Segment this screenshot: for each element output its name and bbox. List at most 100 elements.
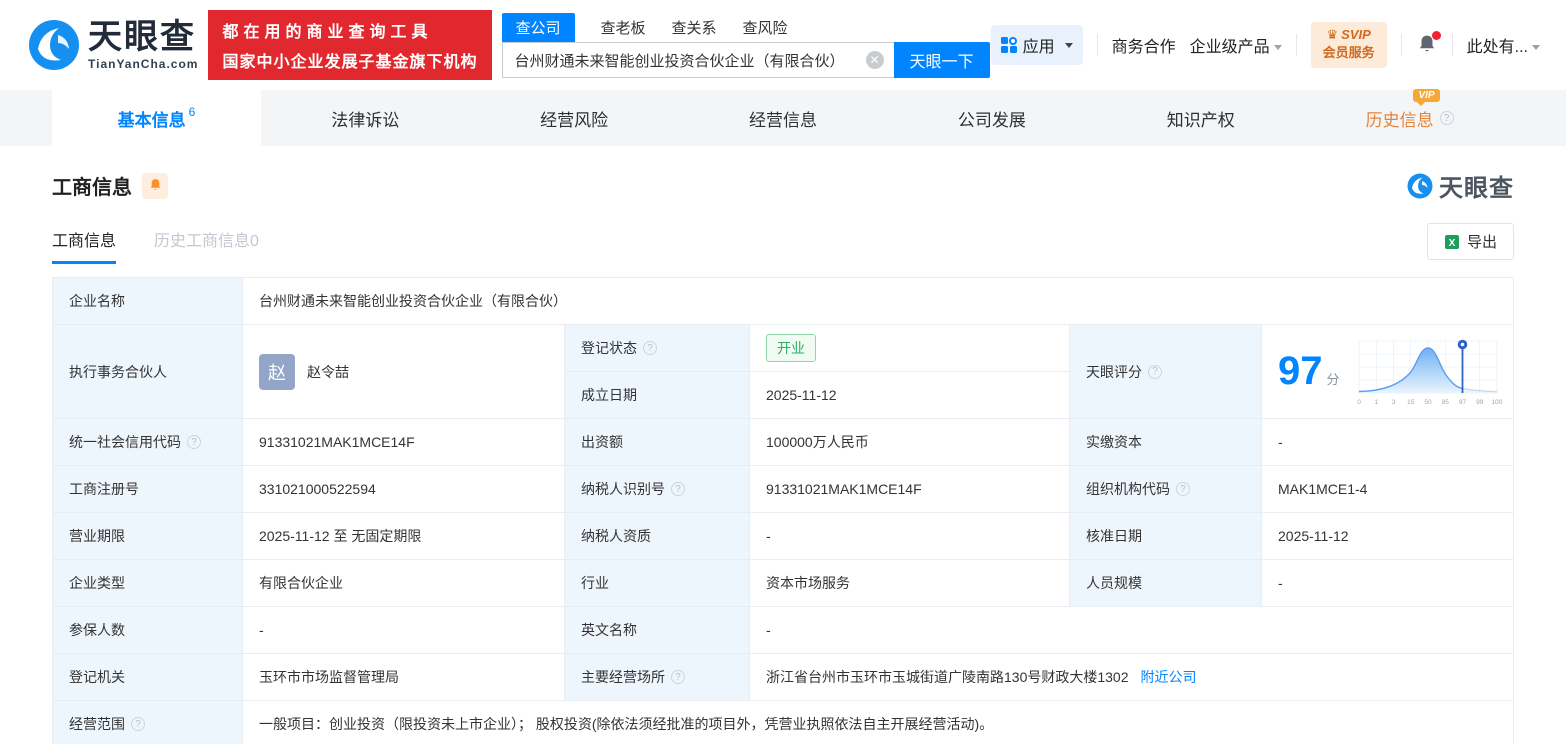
crown-icon: ♛ bbox=[1326, 26, 1339, 42]
field-label: 英文名称 bbox=[565, 607, 750, 654]
search-block: 查公司 查老板 查关系 查风险 ✕ 天眼一下 bbox=[501, 12, 990, 78]
field-value: 有限合伙企业 bbox=[243, 560, 565, 607]
field-label: 成立日期 bbox=[565, 372, 750, 419]
field-value: 91331021MAK1MCE14F bbox=[243, 419, 565, 466]
svg-text:99: 99 bbox=[1476, 399, 1484, 406]
clear-search-icon[interactable]: ✕ bbox=[865, 51, 884, 69]
svg-text:97: 97 bbox=[1459, 399, 1467, 406]
field-label: 登记机关 bbox=[53, 654, 243, 701]
field-label: 实缴资本 bbox=[1070, 419, 1262, 466]
tianyancha-watermark: 天眼查 bbox=[1407, 168, 1514, 203]
field-value: - bbox=[750, 513, 1070, 560]
field-value: - bbox=[1262, 419, 1514, 466]
help-icon[interactable]: ? bbox=[1176, 482, 1190, 496]
field-value: - bbox=[243, 607, 565, 654]
table-row: 经营范围? 一般项目：创业投资（限投资未上市企业）； 股权投资(除依法须经批准的… bbox=[53, 701, 1514, 744]
header-right-nav: 应用 商务合作 企业级产品 ♛ SVIP 会员服务 此处有... bbox=[990, 21, 1540, 69]
score-distribution-chart: 0 1 3 15 50 85 97 99 100 bbox=[1357, 339, 1503, 406]
svg-text:85: 85 bbox=[1442, 399, 1450, 406]
main-content: 工商信息 天眼查 工商信息 历史工商信息0 X 导出 企业名称 台州财通未来智能… bbox=[0, 168, 1566, 744]
subtab-history-business-info[interactable]: 历史工商信息0 bbox=[154, 227, 259, 264]
nav-enterprise-products[interactable]: 企业级产品 bbox=[1190, 33, 1282, 57]
field-label: 参保人数 bbox=[53, 607, 243, 654]
establish-date-value: 2025-11-12 bbox=[750, 372, 1070, 419]
business-info-table: 企业名称 台州财通未来智能创业投资合伙企业（有限合伙） 执行事务合伙人 赵 赵令… bbox=[52, 277, 1514, 744]
partner-name[interactable]: 赵令喆 bbox=[307, 362, 349, 382]
search-tab-boss[interactable]: 查老板 bbox=[601, 13, 646, 42]
tab-company-development[interactable]: 公司发展 bbox=[887, 90, 1096, 146]
help-icon[interactable]: ? bbox=[1148, 364, 1162, 379]
field-value: 玉环市市场监督管理局 bbox=[243, 654, 565, 701]
table-row: 工商注册号 331021000522594 纳税人识别号? 91331021MA… bbox=[53, 466, 1514, 513]
help-icon[interactable]: ? bbox=[1439, 111, 1454, 125]
tab-operation-risk[interactable]: 经营风险 bbox=[470, 90, 679, 146]
field-label: 企业名称 bbox=[53, 278, 243, 325]
nearby-companies-link[interactable]: 附近公司 bbox=[1141, 667, 1197, 687]
notification-dot bbox=[1431, 31, 1441, 40]
field-label: 纳税人资质 bbox=[565, 513, 750, 560]
tianyancha-logo-icon bbox=[29, 20, 79, 70]
help-icon[interactable]: ? bbox=[131, 717, 145, 731]
tab-legal-lawsuits[interactable]: 法律诉讼 bbox=[261, 90, 470, 146]
avatar[interactable]: 赵 bbox=[259, 353, 295, 390]
top-header: 天眼查 TianYanCha.com 都在用的商业查询工具 国家中小企业发展子基… bbox=[0, 0, 1566, 90]
vip-badge: VIP bbox=[1413, 88, 1440, 106]
tab-operation-info[interactable]: 经营信息 bbox=[679, 90, 888, 146]
field-value: MAK1MCE1-4 bbox=[1262, 466, 1514, 513]
search-tab-relation[interactable]: 查关系 bbox=[672, 13, 717, 42]
apps-grid-icon bbox=[1000, 37, 1017, 53]
divider bbox=[1096, 34, 1098, 56]
table-row: 营业期限 2025-11-12 至 无固定期限 纳税人资质 - 核准日期 202… bbox=[53, 513, 1514, 560]
business-scope-value: 一般项目：创业投资（限投资未上市企业）； 股权投资(除依法须经批准的项目外，凭营… bbox=[243, 701, 1514, 744]
help-icon[interactable]: ? bbox=[671, 482, 685, 496]
notifications-bell-icon[interactable] bbox=[1416, 31, 1441, 56]
divider bbox=[1451, 34, 1453, 56]
svg-text:50: 50 bbox=[1424, 399, 1432, 406]
field-label: 登记状态? bbox=[565, 325, 750, 372]
field-value: - bbox=[1262, 560, 1514, 607]
search-tab-company[interactable]: 查公司 bbox=[501, 13, 575, 42]
search-tab-risk[interactable]: 查风险 bbox=[743, 13, 788, 42]
divider bbox=[1295, 34, 1297, 56]
svg-text:1: 1 bbox=[1374, 399, 1378, 406]
tab-basic-info[interactable]: 基本信息 6 bbox=[52, 90, 261, 146]
field-label: 执行事务合伙人 bbox=[53, 325, 243, 419]
tab-count: 6 bbox=[188, 105, 196, 119]
help-icon[interactable]: ? bbox=[187, 435, 201, 449]
subtab-business-info[interactable]: 工商信息 bbox=[52, 227, 117, 264]
nav-business-cooperation[interactable]: 商务合作 bbox=[1112, 33, 1176, 57]
field-label: 纳税人识别号? bbox=[565, 466, 750, 513]
tab-history-info[interactable]: 历史信息 VIP ? bbox=[1305, 88, 1514, 146]
field-value: 100000万人民币 bbox=[750, 419, 1070, 466]
user-account-menu[interactable]: 此处有... bbox=[1467, 33, 1540, 57]
field-value: 2025-11-12 至 无固定期限 bbox=[243, 513, 565, 560]
export-button[interactable]: X 导出 bbox=[1426, 223, 1514, 260]
chevron-down-icon bbox=[1532, 45, 1540, 51]
svg-text:X: X bbox=[1449, 238, 1456, 249]
help-icon[interactable]: ? bbox=[671, 670, 685, 684]
apps-menu-button[interactable]: 应用 bbox=[990, 25, 1083, 65]
chevron-down-icon bbox=[1273, 45, 1282, 51]
search-input[interactable] bbox=[501, 42, 894, 78]
company-tabbar: 基本信息 6 法律诉讼 经营风险 经营信息 公司发展 知识产权 历史信息 VIP … bbox=[0, 88, 1566, 146]
search-tabs: 查公司 查老板 查关系 查风险 bbox=[501, 12, 990, 42]
field-value: 331021000522594 bbox=[243, 466, 565, 513]
field-label: 工商注册号 bbox=[53, 466, 243, 513]
tianyancha-logo-icon bbox=[1407, 173, 1433, 198]
field-label: 经营范围? bbox=[53, 701, 243, 744]
table-row: 参保人数 - 英文名称 - bbox=[53, 607, 1514, 654]
apps-label: 应用 bbox=[1022, 39, 1055, 56]
tianyancha-logo[interactable]: 天眼查 TianYanCha.com bbox=[28, 19, 198, 71]
monitor-bell-icon[interactable] bbox=[142, 172, 168, 199]
company-name-value: 台州财通未来智能创业投资合伙企业（有限合伙） bbox=[243, 278, 1514, 325]
help-icon[interactable]: ? bbox=[643, 341, 657, 355]
tianyan-score-cell: 97 分 0 1 3 15 50 85 97 99 100 bbox=[1262, 325, 1514, 419]
tab-intellectual-property[interactable]: 知识产权 bbox=[1096, 90, 1305, 146]
banner-line1: 都在用的商业查询工具 bbox=[222, 24, 433, 41]
svip-membership-button[interactable]: ♛ SVIP 会员服务 bbox=[1310, 21, 1387, 69]
field-label: 企业类型 bbox=[53, 560, 243, 607]
field-label: 营业期限 bbox=[53, 513, 243, 560]
search-button[interactable]: 天眼一下 bbox=[893, 42, 990, 78]
table-row: 企业类型 有限合伙企业 行业 资本市场服务 人员规模 - bbox=[53, 560, 1514, 607]
field-label: 出资额 bbox=[565, 419, 750, 466]
